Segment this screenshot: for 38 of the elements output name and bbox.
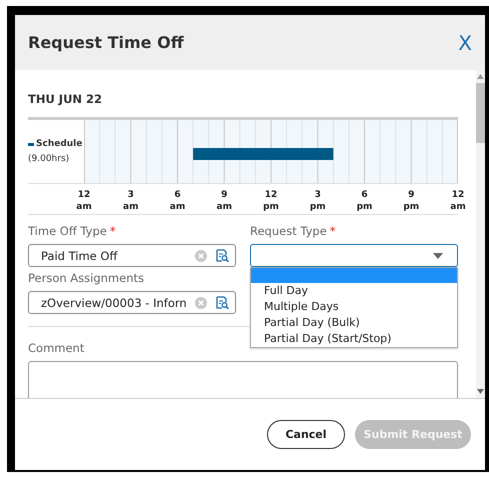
person-assignments-field[interactable]: zOverview/00003 - Inforn (28, 291, 236, 314)
dropdown-option[interactable]: Multiple Days (251, 299, 457, 315)
close-button[interactable]: X (458, 30, 472, 54)
required-mark: * (110, 224, 116, 240)
dropdown-option[interactable]: Full Day (251, 283, 457, 299)
time-tick-label: 3 am (123, 189, 138, 213)
legend-label: Schedule (36, 139, 82, 149)
comment-field[interactable] (28, 361, 458, 398)
caret-icon (433, 252, 443, 258)
required-mark: * (330, 224, 336, 240)
schedule-hours: (9.00hrs) (28, 154, 70, 164)
schedule-date: THU JUN 22 (28, 92, 104, 108)
time-tick-label: 12 am (450, 189, 466, 213)
scroll-down-icon[interactable] (477, 389, 484, 394)
dropdown-option[interactable]: Partial Day (Start/Stop) (251, 331, 457, 347)
scrollbar-thumb[interactable] (476, 83, 485, 143)
clear-icon[interactable] (195, 296, 207, 308)
time-tick-label: 9 pm (403, 189, 420, 213)
time-tick-label: 12 am (76, 189, 92, 213)
dialog-title: Request Time Off (28, 33, 184, 52)
field-label: Request Type (250, 224, 327, 240)
clear-icon[interactable] (195, 250, 207, 262)
time-tick-label: 12 pm (263, 189, 279, 213)
field-label: Time Off Type (28, 224, 107, 240)
time-tick-label: 6 pm (356, 189, 372, 213)
time-tick-label: 6 am (170, 189, 186, 213)
scroll-up-icon[interactable] (477, 74, 484, 79)
dropdown-option[interactable]: Partial Day (Bulk) (251, 315, 457, 331)
field-label: Comment (28, 341, 86, 357)
time-tick-label: 3 pm (310, 189, 326, 213)
time-off-type-field[interactable]: Paid Time Off (28, 244, 236, 267)
time-tick-label: 9 am (216, 189, 232, 213)
cancel-button[interactable]: Cancel (267, 420, 345, 449)
lookup-icon[interactable] (216, 296, 229, 309)
request-type-dropdown[interactable] (250, 244, 458, 267)
scrollbar[interactable] (476, 70, 485, 398)
lookup-icon[interactable] (216, 249, 229, 262)
field-label: Person Assignments (28, 271, 145, 287)
